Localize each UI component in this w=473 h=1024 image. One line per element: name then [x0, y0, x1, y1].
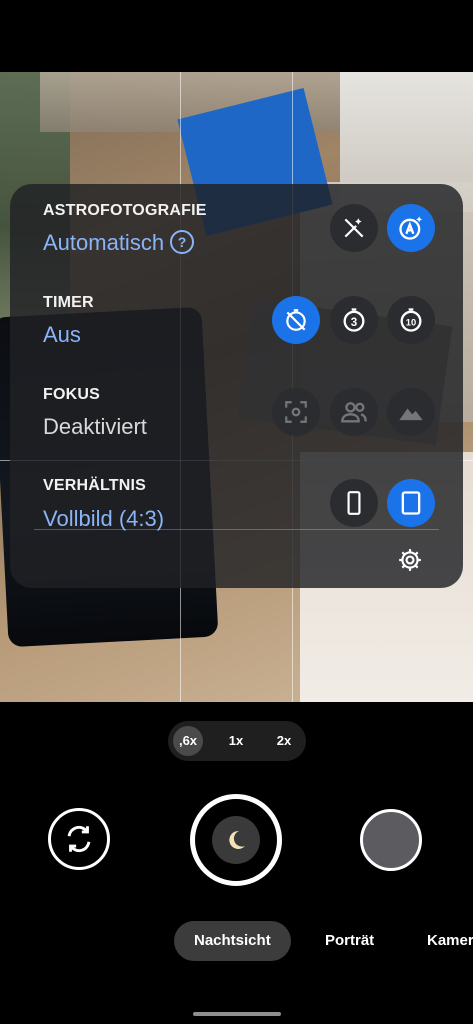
mode-selector: Nachtsicht Porträt Kamera [0, 921, 473, 961]
help-icon[interactable]: ? [170, 230, 195, 254]
mode-night[interactable]: Nachtsicht [174, 921, 291, 961]
switch-camera-icon [67, 826, 91, 852]
center-focus-icon [285, 401, 307, 423]
timer-10-icon: 10 [400, 308, 422, 332]
ratio-full-button[interactable] [387, 479, 435, 527]
focus-center-button[interactable] [272, 388, 320, 436]
zoom-selector: ,6x 1x 2x [168, 721, 306, 761]
gear-icon [399, 549, 421, 571]
astro-off-button[interactable] [330, 204, 378, 252]
timer-3-icon: 3 [343, 308, 365, 332]
mode-camera[interactable]: Kamera [427, 921, 473, 961]
zoom-option-2x[interactable]: 2x [269, 726, 299, 756]
timer-off-icon [286, 309, 306, 331]
moon-icon [229, 830, 245, 849]
full-ratio-icon [401, 491, 421, 515]
shutter-button[interactable] [190, 794, 282, 886]
timer-10-button[interactable]: 10 [387, 296, 435, 344]
shutter-inner [212, 816, 260, 864]
face-focus-icon [341, 402, 367, 423]
timer-3-label: 3 [351, 316, 358, 329]
divider [34, 529, 439, 530]
auto-awesome-off-icon [344, 218, 364, 238]
timer-10-label: 10 [406, 317, 416, 327]
ratio-title: VERHÄLTNIS [43, 477, 147, 494]
astro-title: ASTROFOTOGRAFIE [43, 202, 207, 219]
zoom-option-1x[interactable]: 1x [221, 726, 251, 756]
astro-value: Automatisch? [43, 230, 195, 256]
timer-title: TIMER [43, 294, 94, 311]
ratio-tall-button[interactable] [330, 479, 378, 527]
timer-3-button[interactable]: 3 [330, 296, 378, 344]
more-settings-button[interactable] [396, 546, 424, 574]
focus-title: FOKUS [43, 386, 100, 403]
focus-face-button[interactable] [330, 388, 378, 436]
gallery-thumbnail[interactable] [360, 809, 422, 871]
quick-settings-panel: ASTROFOTOGRAFIE Automatisch? TIMER Aus 3… [10, 184, 463, 588]
astro-auto-button[interactable] [387, 204, 435, 252]
portrait-ratio-icon [347, 491, 361, 515]
astro-value-label: Automatisch [43, 230, 165, 255]
landscape-icon [399, 408, 423, 421]
focus-value: Deaktiviert [43, 414, 147, 439]
home-indicator[interactable] [193, 1012, 281, 1016]
timer-off-button[interactable] [272, 296, 320, 344]
mode-portrait[interactable]: Porträt [325, 921, 374, 961]
zoom-option-0-6x[interactable]: ,6x [173, 726, 203, 756]
timer-value: Aus [43, 322, 81, 347]
switch-camera-button[interactable] [48, 808, 110, 870]
focus-landscape-button[interactable] [387, 388, 435, 436]
auto-awesome-auto-icon [399, 216, 423, 240]
